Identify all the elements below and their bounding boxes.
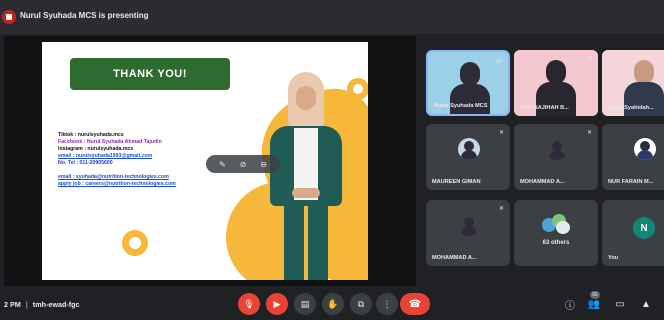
presenting-text: Nurul Syuhada MCS is presenting <box>20 11 149 20</box>
avatar <box>546 138 568 160</box>
avatar <box>458 214 480 236</box>
participant-tile[interactable]: ✕ NUR NAJIHAH B... <box>514 50 598 116</box>
presenting-icon <box>2 10 16 24</box>
participant-name: Nurul Syahidah... <box>608 105 654 111</box>
contact-line: email : syuhada@nutrition-technologies.c… <box>58 174 169 180</box>
camera-off-icon: ▶ <box>273 298 281 309</box>
present-button[interactable]: ⧉ <box>350 293 372 315</box>
chat-button[interactable]: ▭ <box>612 296 628 312</box>
participant-tile[interactable]: ⦿ Nurul Syuhada MCS <box>426 50 510 116</box>
mic-off-icon: ✕ <box>586 130 592 136</box>
slide-title: THANK YOU! <box>70 58 230 90</box>
participant-name: MAUREEN GIMAN <box>432 179 481 185</box>
presentation-stage[interactable]: THANK YOU! Tiktok : nurulsyuhada.mcs Fac… <box>4 36 416 286</box>
mic-off-icon: ✕ <box>498 130 504 136</box>
presentation-controls[interactable]: ✎ ⊘ ⊖ <box>206 155 280 173</box>
info-icon: ⓘ <box>565 300 575 312</box>
contact-line: apply job : careers@nutrition-technologi… <box>58 181 176 187</box>
avatar <box>634 138 656 160</box>
captions-icon: ▤ <box>300 298 310 309</box>
others-avatars-icon <box>542 214 570 234</box>
remove-icon[interactable]: ⊖ <box>260 160 267 169</box>
meeting-time: 2 PM <box>4 300 21 309</box>
slide: THANK YOU! Tiktok : nurulsyuhada.mcs Fac… <box>42 42 368 280</box>
presenting-bar: Nurul Syuhada MCS is presenting <box>0 0 664 34</box>
chat-icon: ▭ <box>615 298 625 310</box>
participant-name: You <box>608 255 619 261</box>
mic-off-icon: ✕ <box>586 56 592 62</box>
captions-button[interactable]: ▤ <box>294 293 316 315</box>
control-bar: 2 PM | tmh-ewad-fgc 🎙 ▶ ▤ ✋ ⧉ ⋮ ☎ ⓘ 👥 66 ▭… <box>0 290 664 320</box>
slide-ring-decoration <box>122 230 148 256</box>
more-icon: ⋮ <box>382 298 392 309</box>
avatar: N <box>633 217 655 239</box>
meeting-details-button[interactable]: ⓘ <box>562 296 578 312</box>
participant-tile[interactable]: ✕ Nurul Syahidah... <box>602 50 664 116</box>
participant-tile[interactable]: ✕ MOHAMMAD A... <box>426 200 510 266</box>
present-icon: ⧉ <box>357 298 365 309</box>
participant-name: MOHAMMAD A... <box>432 255 477 261</box>
meeting-code: tmh-ewad-fgc <box>32 300 80 309</box>
participant-name: NUR NAJIHAH B... <box>520 105 569 111</box>
participant-tile[interactable]: ✕ MOHAMMAD A... <box>514 124 598 190</box>
raise-hand-icon: ✋ <box>327 298 339 309</box>
pin-icon[interactable]: ✎ <box>219 160 226 169</box>
more-options-button[interactable]: ⋮ <box>376 293 398 315</box>
audio-indicator-icon: ⦿ <box>495 60 502 66</box>
others-count: 63 others <box>542 240 570 246</box>
others-tile[interactable]: 63 others <box>514 200 598 266</box>
participant-name: Nurul Syuhada MCS <box>434 103 488 109</box>
raise-hand-button[interactable]: ✋ <box>322 293 344 315</box>
activities-button[interactable]: ▲ <box>638 296 654 312</box>
contact-line: Instagram : nurulsyuhada.mcs <box>58 146 134 152</box>
hangup-icon: ☎ <box>408 298 422 310</box>
leave-call-button[interactable]: ☎ <box>400 293 430 315</box>
mute-icon[interactable]: ⊘ <box>240 160 247 169</box>
participant-name: MOHAMMAD A... <box>520 179 565 185</box>
presenter-image <box>256 72 356 280</box>
participant-tile[interactable]: ✕ MAUREEN GIMAN <box>426 124 510 190</box>
camera-off-button[interactable]: ▶ <box>266 293 288 315</box>
contact-line: Tiktok : nurulsyuhada.mcs <box>58 132 124 138</box>
activities-icon: ▲ <box>641 298 651 310</box>
participant-tile[interactable]: ✕ NUR FARAIN M... <box>602 124 664 190</box>
people-icon: 👥 <box>587 298 601 310</box>
mic-off-icon: ✕ <box>498 206 504 212</box>
contact-line: Facebook : Nurul Syuhada Ahmad Tajudin <box>58 139 162 145</box>
meeting-info: 2 PM | tmh-ewad-fgc <box>4 300 80 309</box>
mic-off-icon: 🎙 <box>243 298 255 309</box>
mic-off-button[interactable]: 🎙 <box>238 293 260 315</box>
self-view-tile[interactable]: N You <box>602 200 664 266</box>
avatar <box>458 138 480 160</box>
people-count-badge: 66 <box>590 291 600 299</box>
participant-name: NUR FARAIN M... <box>608 179 654 185</box>
